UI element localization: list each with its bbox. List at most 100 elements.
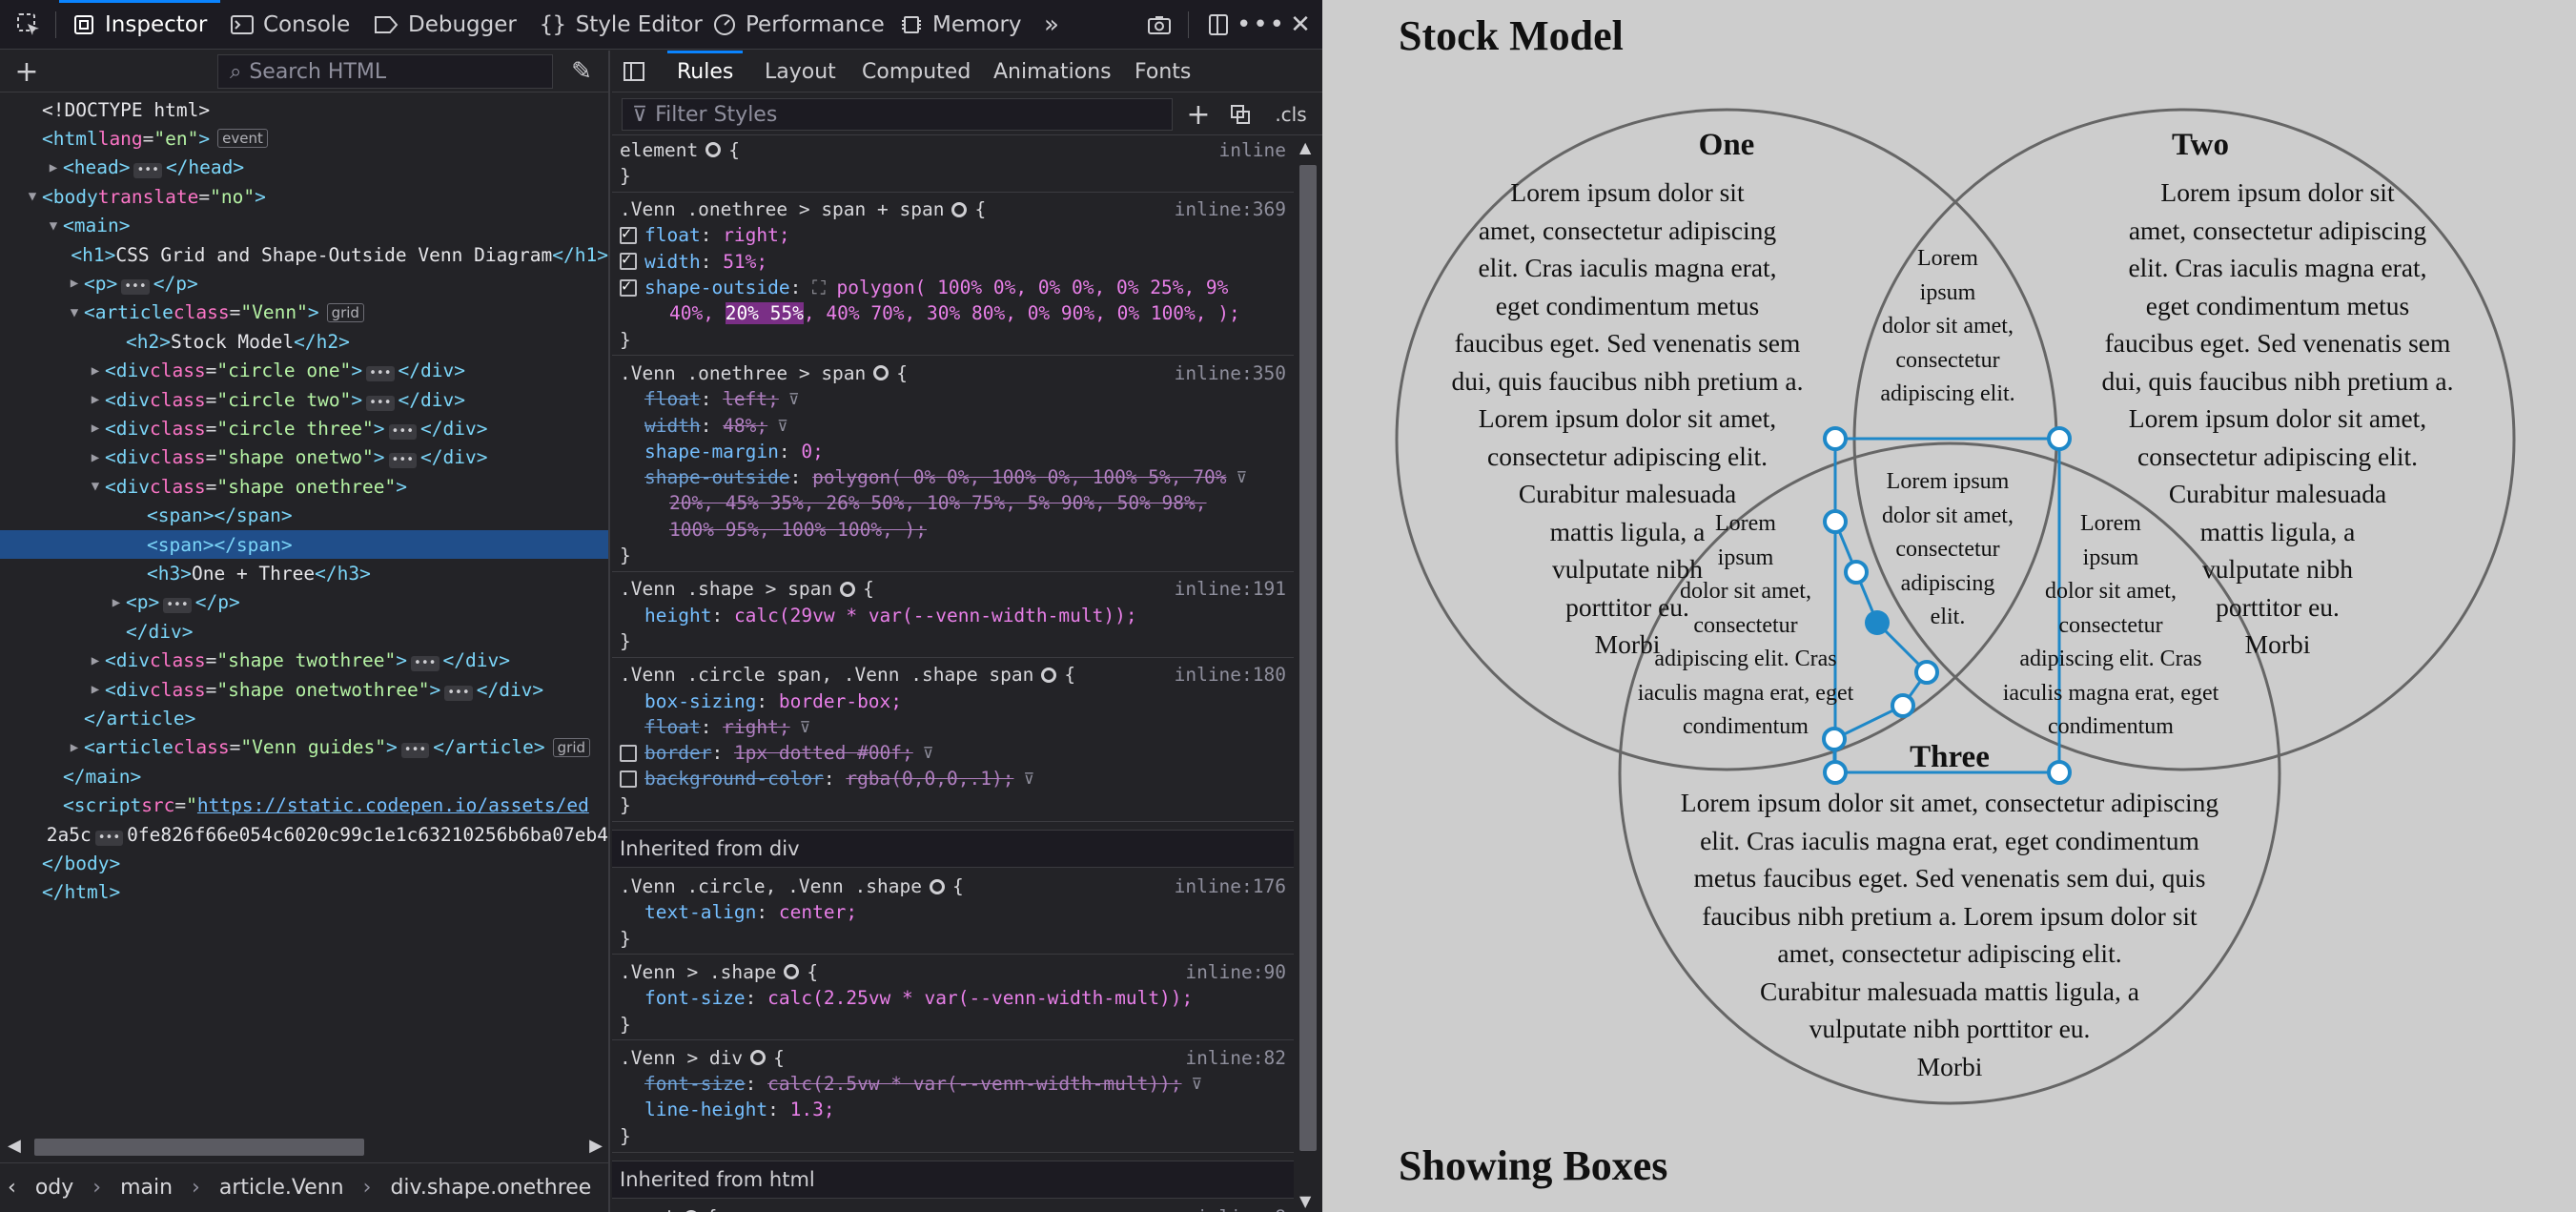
text-line: consectetur bbox=[1693, 612, 1798, 638]
tab-computed[interactable]: Computed bbox=[862, 51, 971, 92]
rule-close: } bbox=[620, 328, 631, 351]
css-declaration[interactable]: font-size: calc(2.25vw * var(--venn-widt… bbox=[612, 985, 1294, 1012]
breadcrumb-item[interactable]: div.shape.onethree bbox=[390, 1176, 591, 1200]
markup-node[interactable]: 2a5c ••• 0fe826f66e054c6020c99c1e1c6321025… bbox=[0, 820, 608, 849]
more-tools-icon[interactable]: » bbox=[1037, 0, 1066, 50]
breadcrumb-item[interactable]: main bbox=[120, 1176, 173, 1200]
css-declaration[interactable]: shape-outside: ⛶ polygon( 100% 0%, 0% 0%… bbox=[612, 275, 1294, 301]
scroll-thumb[interactable] bbox=[34, 1139, 364, 1156]
rule-selector[interactable]: .Venn .onethree > span{inline:350 bbox=[612, 359, 1294, 386]
css-declaration[interactable]: float: left; ⊽ bbox=[612, 386, 1294, 413]
tab-performance[interactable]: Performance bbox=[713, 0, 885, 50]
rule-selector[interactable]: .Venn .circle, .Venn .shape{inline:176 bbox=[612, 873, 1294, 900]
text-line: Lorem ipsum dolor sit amet, consectetur … bbox=[1680, 788, 2219, 817]
markup-node[interactable]: ▶ <div class = "circle three" > ••• </div > bbox=[0, 414, 608, 442]
rule-selector[interactable]: .Venn > div{inline:82 bbox=[612, 1044, 1294, 1071]
rules-filter-bar: ⊽ Filter Styles + .cls bbox=[612, 93, 1322, 135]
markup-node[interactable]: <h1 > CSS Grid and Shape-Outside Venn Diag… bbox=[0, 240, 608, 269]
search-html-input[interactable]: ⌕ Search HTML bbox=[217, 54, 553, 89]
css-declaration[interactable]: line-height: 1.3; bbox=[612, 1097, 1294, 1123]
css-declaration[interactable]: shape-outside: polygon( 0% 0%, 100% 0%, … bbox=[612, 464, 1294, 491]
css-declaration[interactable]: font-size: calc(2.5vw * var(--venn-width… bbox=[612, 1071, 1294, 1098]
add-rule-icon[interactable]: + bbox=[1182, 93, 1215, 135]
breadcrumb-item[interactable]: ody bbox=[35, 1176, 73, 1200]
tab-style-editor[interactable]: {} Style Editor bbox=[540, 0, 703, 50]
css-declaration[interactable]: border: 1px dotted #00f; ⊽ bbox=[612, 740, 1294, 767]
markup-node[interactable]: <html lang = "en" > event bbox=[0, 124, 608, 153]
tab-console[interactable]: Console bbox=[231, 0, 350, 50]
rule-close: } bbox=[620, 1013, 631, 1036]
scroll-right-icon[interactable]: ▶ bbox=[589, 1136, 603, 1156]
css-declaration[interactable]: float: right; ⊽ bbox=[612, 713, 1294, 740]
markup-node[interactable]: </html > bbox=[0, 878, 608, 907]
css-declaration[interactable]: width: 51%; bbox=[612, 248, 1294, 275]
tab-layout[interactable]: Layout bbox=[765, 51, 836, 92]
markup-node[interactable]: ▼ <main > bbox=[0, 212, 608, 240]
markup-node[interactable]: ▶ <div class = "shape onetwo" > ••• </div > bbox=[0, 443, 608, 472]
tab-inspector[interactable]: Inspector bbox=[58, 0, 221, 50]
rule-selector[interactable]: .Venn > .shape{inline:90 bbox=[612, 958, 1294, 985]
markup-node[interactable]: ▼ <body translate = "no" > bbox=[0, 182, 608, 211]
rule-selector[interactable]: :root{inline:8 bbox=[612, 1204, 1294, 1212]
scroll-thumb[interactable] bbox=[1299, 165, 1317, 1151]
tab-console-label: Console bbox=[263, 12, 351, 37]
markup-node[interactable]: ▶ <div class = "circle two" > ••• </div > bbox=[0, 385, 608, 414]
css-declaration[interactable]: shape-margin: 0; bbox=[612, 438, 1294, 464]
css-declaration[interactable]: box-sizing: border-box; bbox=[612, 688, 1294, 714]
add-node-icon[interactable]: + bbox=[10, 51, 44, 92]
screenshot-icon[interactable] bbox=[1140, 0, 1178, 50]
meatball-menu-icon[interactable]: ••• bbox=[1237, 0, 1284, 50]
scroll-down-icon[interactable]: ▼ bbox=[1299, 1192, 1311, 1210]
markup-node[interactable]: ▼ <article class = "Venn" > grid bbox=[0, 298, 608, 327]
tab-memory[interactable]: Memory bbox=[900, 0, 1022, 50]
css-declaration[interactable]: float: right; bbox=[612, 222, 1294, 249]
dock-icon[interactable] bbox=[1199, 0, 1237, 50]
markup-node[interactable]: <!DOCTYPE html> bbox=[0, 95, 608, 124]
close-icon[interactable]: ✕ bbox=[1283, 0, 1318, 50]
breadcrumb: ‹ ody › main › article.Venn › div.shape.one… bbox=[0, 1162, 608, 1212]
markup-node[interactable]: <script src = "https://static.codepen.io/a… bbox=[0, 791, 608, 820]
markup-node[interactable]: <span > </span > bbox=[0, 502, 608, 530]
cls-toggle[interactable]: .cls bbox=[1270, 93, 1312, 135]
css-declaration[interactable]: width: 48%; ⊽ bbox=[612, 412, 1294, 439]
scroll-up-icon[interactable]: ▲ bbox=[1299, 138, 1311, 156]
markup-node[interactable]: ▶ <div class = "shape onetwothree" > ••• </div… bbox=[0, 675, 608, 704]
filter-styles-input[interactable]: ⊽ Filter Styles bbox=[622, 98, 1173, 131]
markup-node[interactable]: </main > bbox=[0, 762, 608, 791]
markup-node[interactable]: ▶ <div class = "shape twothree" > ••• </div > bbox=[0, 647, 608, 675]
markup-node[interactable]: ▶ <article class = "Venn guides" > ••• </artic… bbox=[0, 733, 608, 762]
tab-rules[interactable]: Rules bbox=[666, 51, 744, 92]
rule-selector[interactable]: .Venn .shape > span{inline:191 bbox=[612, 576, 1294, 603]
markup-node[interactable]: ▶ <p > ••• </p > bbox=[0, 588, 608, 617]
css-declaration[interactable]: text-align: center; bbox=[612, 899, 1294, 926]
rule-selector[interactable]: .Venn .circle span, .Venn .shape span{in… bbox=[612, 662, 1294, 688]
vertical-scrollbar[interactable]: ▲ ▼ bbox=[1294, 136, 1322, 1212]
css-declaration[interactable]: height: calc(29vw * var(--venn-width-mul… bbox=[612, 602, 1294, 628]
sidebar-tabs: Rules Layout Computed Animations Fonts bbox=[612, 51, 1322, 92]
pick-element-icon[interactable] bbox=[10, 0, 48, 50]
markup-node[interactable]: ▼ <div class = "shape onethree" > bbox=[0, 472, 608, 501]
markup-node[interactable]: <h3 > One + Three </h3 > bbox=[0, 559, 608, 587]
markup-node[interactable]: <h2 > Stock Model </h2 > bbox=[0, 327, 608, 356]
tab-fonts[interactable]: Fonts bbox=[1135, 51, 1191, 92]
tab-animations[interactable]: Animations bbox=[993, 51, 1112, 92]
eyedropper-icon[interactable]: ✎ bbox=[564, 51, 599, 92]
markup-node-selected[interactable]: <span > </span > bbox=[0, 530, 608, 559]
markup-node[interactable]: ▶ <head > ••• </head > bbox=[0, 154, 608, 182]
markup-node[interactable]: ▶ <div class = "circle one" > ••• </div > bbox=[0, 357, 608, 385]
markup-node[interactable]: </body > bbox=[0, 849, 608, 877]
print-simulation-icon[interactable] bbox=[1224, 93, 1257, 135]
markup-node[interactable]: </article > bbox=[0, 704, 608, 732]
rule-selector[interactable]: element{inline bbox=[612, 136, 1294, 163]
scroll-left-icon[interactable]: ◀ bbox=[8, 1136, 21, 1156]
breadcrumb-item[interactable]: article.Venn bbox=[219, 1176, 344, 1200]
markup-node[interactable]: ▶ <p > ••• </p > bbox=[0, 269, 608, 298]
text-line: Lorem ipsum dolor sit bbox=[2160, 177, 2395, 207]
tab-debugger[interactable]: Debugger bbox=[374, 0, 517, 50]
css-declaration[interactable]: background-color: rgba(0,0,0,.1); ⊽ bbox=[612, 766, 1294, 792]
horizontal-scrollbar[interactable]: ◀ ▶ bbox=[0, 1134, 608, 1161]
markup-node[interactable]: </div > bbox=[0, 617, 608, 646]
chevron-left-icon[interactable]: ‹ bbox=[8, 1176, 16, 1200]
rule-selector[interactable]: .Venn .onethree > span + span{inline:369 bbox=[612, 196, 1294, 223]
toggle-sidebar-icon[interactable] bbox=[620, 51, 648, 92]
